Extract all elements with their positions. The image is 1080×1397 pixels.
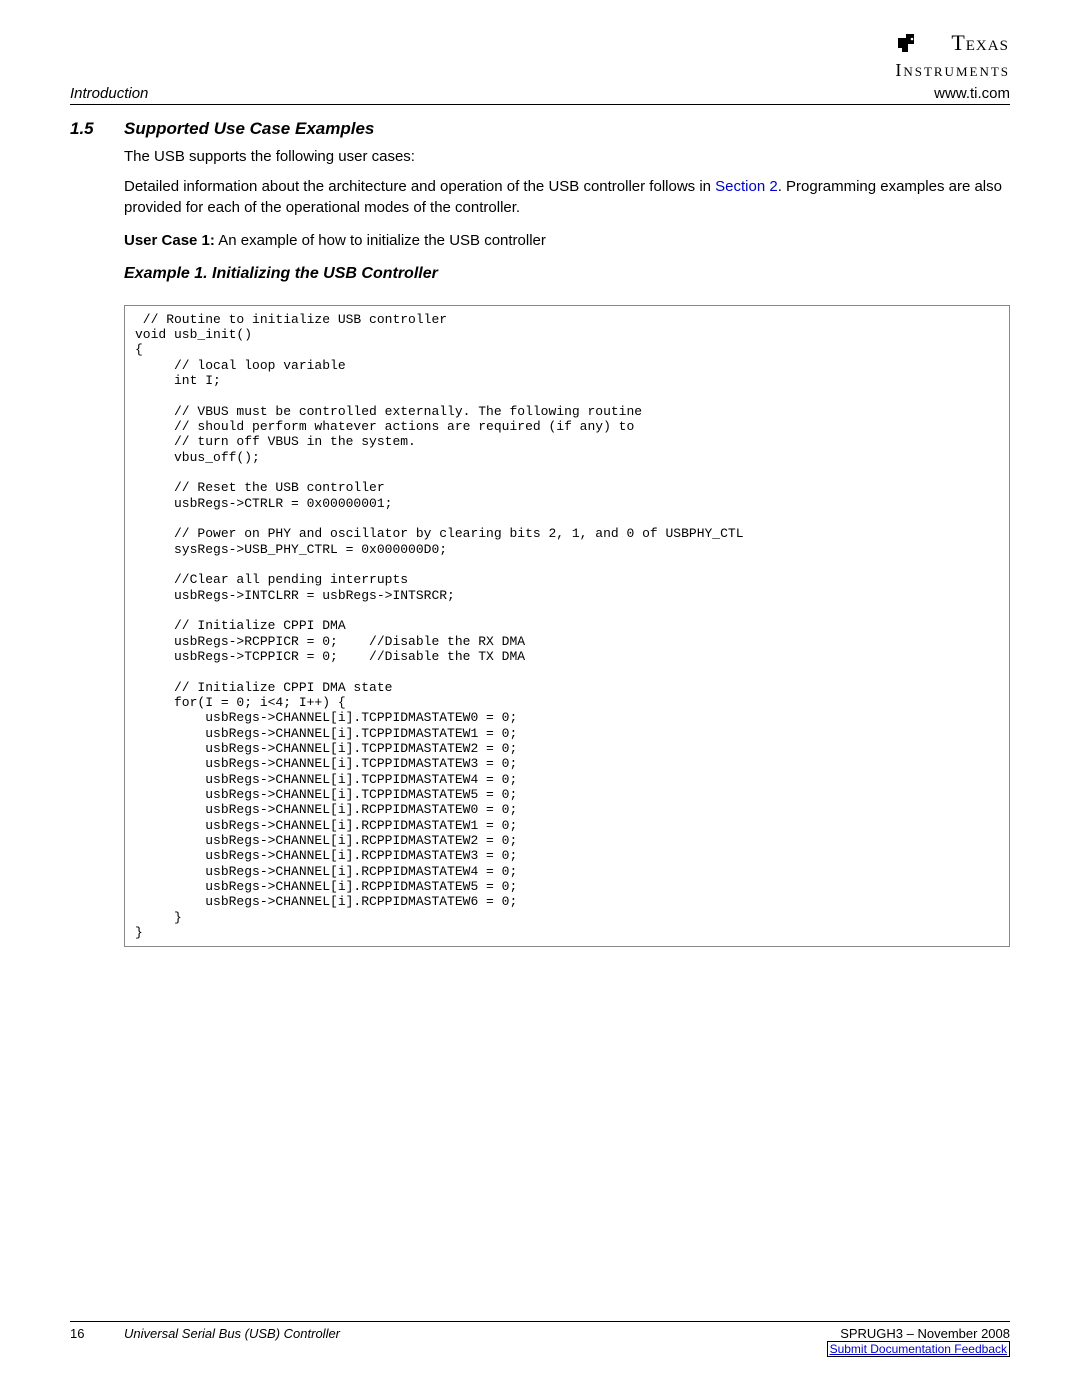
feedback-link[interactable]: Submit Documentation Feedback bbox=[827, 1341, 1010, 1357]
user-case-label: User Case 1: bbox=[124, 232, 215, 249]
detail-paragraph: Detailed information about the architect… bbox=[124, 177, 1010, 218]
footer-right: SPRUGH3 – November 2008 Submit Documenta… bbox=[827, 1326, 1010, 1357]
footer-doc-id: SPRUGH3 – November 2008 bbox=[840, 1326, 1010, 1341]
section-heading: 1.5 Supported Use Case Examples bbox=[70, 119, 1010, 139]
example-heading: Example 1. Initializing the USB Controll… bbox=[124, 265, 1010, 283]
logo-texas-text: Texas bbox=[951, 30, 1009, 55]
header-section-name: Introduction bbox=[70, 85, 148, 102]
page-footer: 16 Universal Serial Bus (USB) Controller… bbox=[70, 1321, 1010, 1357]
logo-instruments-text: Instruments bbox=[895, 60, 1010, 81]
code-listing: // Routine to initialize USB controller … bbox=[124, 305, 1010, 947]
user-case-line: User Case 1: An example of how to initia… bbox=[124, 232, 1010, 249]
page-header: Introduction www.ti.com bbox=[70, 85, 1010, 105]
header-url: www.ti.com bbox=[934, 85, 1010, 102]
detail-text-a: Detailed information about the architect… bbox=[124, 178, 715, 195]
ti-logo-icon bbox=[895, 30, 921, 60]
ti-logo: Texas Instruments bbox=[895, 30, 1010, 81]
section-number: 1.5 bbox=[70, 119, 124, 139]
footer-page-number: 16 bbox=[70, 1326, 124, 1357]
footer-left: 16 Universal Serial Bus (USB) Controller bbox=[70, 1326, 340, 1357]
section-title: Supported Use Case Examples bbox=[124, 119, 374, 139]
intro-paragraph: The USB supports the following user case… bbox=[124, 147, 1010, 167]
user-case-text: An example of how to initialize the USB … bbox=[215, 232, 546, 249]
section-2-link[interactable]: Section 2 bbox=[715, 178, 778, 195]
footer-doc-title: Universal Serial Bus (USB) Controller bbox=[124, 1326, 340, 1357]
